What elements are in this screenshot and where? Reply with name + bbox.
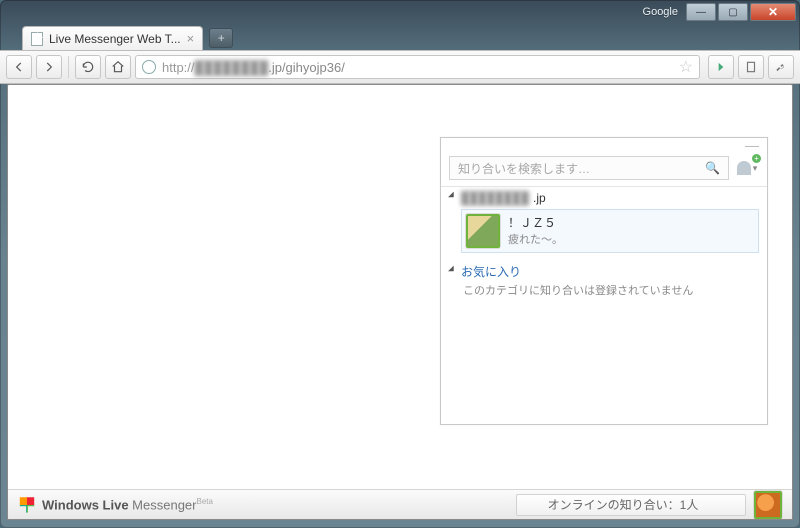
search-row: 知り合いを検索します… 🔍 + ▾ bbox=[441, 152, 767, 186]
panel-header: — bbox=[441, 138, 767, 152]
add-contact-button[interactable]: + ▾ bbox=[735, 156, 759, 180]
page-menu-button[interactable] bbox=[738, 55, 764, 79]
minimize-button[interactable]: — bbox=[686, 3, 716, 21]
tab-title: Live Messenger Web T... bbox=[49, 32, 181, 46]
messenger-bottom-bar: Windows Live MessengerBeta オンラインの知り合い： 1… bbox=[8, 489, 792, 519]
close-button[interactable]: ✕ bbox=[750, 3, 796, 21]
contact-avatar bbox=[466, 214, 500, 248]
page-content: — 知り合いを検索します… 🔍 + ▾ ████████.jp bbox=[7, 84, 793, 520]
tab-active[interactable]: Live Messenger Web T... × bbox=[22, 26, 203, 50]
tab-close-icon[interactable]: × bbox=[187, 31, 195, 46]
address-bar[interactable]: http://████████.jp/gihyojp36/ ☆ bbox=[135, 55, 700, 79]
separator bbox=[68, 56, 69, 78]
contact-search-input[interactable]: 知り合いを検索します… 🔍 bbox=[449, 156, 729, 180]
new-tab-button[interactable]: + bbox=[209, 28, 233, 48]
titlebar-logo: Google bbox=[643, 6, 678, 18]
favorites-group-header[interactable]: お気に入り bbox=[441, 257, 767, 280]
go-button[interactable] bbox=[708, 55, 734, 79]
wrench-menu-button[interactable] bbox=[768, 55, 794, 79]
messenger-panel: — 知り合いを検索します… 🔍 + ▾ ████████.jp bbox=[440, 137, 768, 425]
search-icon: 🔍 bbox=[705, 161, 720, 175]
online-contacts-button[interactable]: オンラインの知り合い： 1 人 bbox=[516, 494, 746, 516]
bookmark-star-icon[interactable]: ☆ bbox=[679, 57, 693, 77]
url-text: http://████████.jp/gihyojp36/ bbox=[162, 60, 345, 75]
contact-group-header[interactable]: ████████.jp bbox=[441, 189, 767, 207]
panel-minimize-icon[interactable]: — bbox=[745, 137, 759, 153]
favorites-empty-text: このカテゴリに知り合いは登録されていません bbox=[441, 280, 767, 298]
home-button[interactable] bbox=[105, 55, 131, 79]
contact-item[interactable]: ！ＪＺ５ 疲れた～。 bbox=[461, 209, 759, 253]
windows-flag-icon bbox=[18, 496, 36, 514]
maximize-button[interactable]: ▢ bbox=[718, 3, 748, 21]
browser-window: Google — ▢ ✕ Live Messenger Web T... × +… bbox=[0, 0, 800, 528]
search-placeholder: 知り合いを検索します… bbox=[458, 160, 590, 177]
page-icon bbox=[31, 32, 43, 46]
back-button[interactable] bbox=[6, 55, 32, 79]
favorites-label: お気に入り bbox=[461, 263, 521, 280]
reload-button[interactable] bbox=[75, 55, 101, 79]
contact-list: ████████.jp ！ＪＺ５ 疲れた～。 お気に入り このカテゴリに知り合い… bbox=[441, 186, 767, 424]
plus-icon: + bbox=[752, 154, 761, 163]
chevron-down-icon: ▾ bbox=[753, 163, 758, 174]
contact-name: ！ＪＺ５ bbox=[508, 214, 563, 231]
windows-live-logo: Windows Live MessengerBeta bbox=[18, 496, 213, 514]
titlebar: Google — ▢ ✕ bbox=[0, 0, 800, 24]
contact-status: 疲れた～。 bbox=[508, 231, 563, 247]
globe-icon bbox=[142, 60, 156, 74]
person-icon bbox=[737, 161, 751, 175]
self-avatar[interactable] bbox=[754, 491, 782, 519]
expand-icon bbox=[448, 265, 459, 276]
tab-strip: Live Messenger Web T... × + bbox=[0, 24, 800, 50]
forward-button[interactable] bbox=[36, 55, 62, 79]
toolbar: http://████████.jp/gihyojp36/ ☆ bbox=[0, 50, 800, 84]
expand-icon bbox=[448, 192, 459, 203]
